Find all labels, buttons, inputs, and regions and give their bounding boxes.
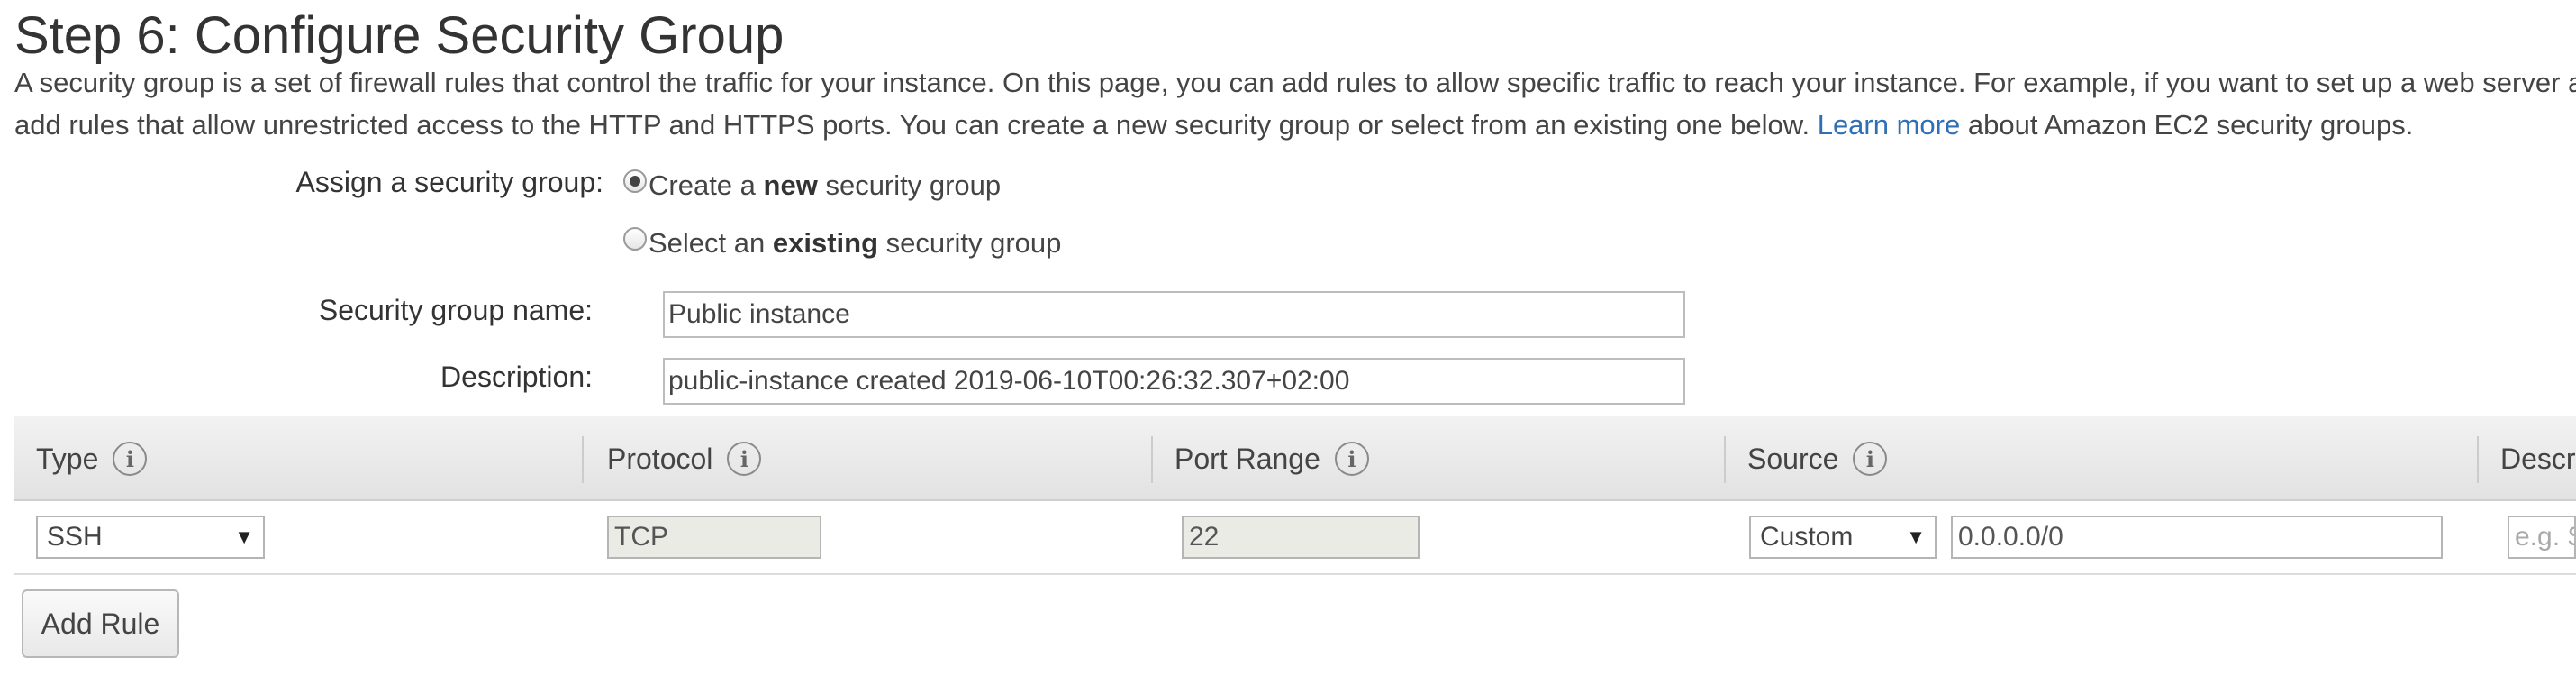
page-title: Step 6: Configure Security Group <box>14 6 785 65</box>
column-header-protocol: Protocol i <box>607 416 762 501</box>
column-label: Source <box>1747 442 1839 475</box>
select-value: Custom <box>1760 522 1854 552</box>
intro-text-part: add rules that allow unrestricted access… <box>14 109 1810 141</box>
radio-label-prefix: Create a <box>649 169 756 201</box>
security-group-name-label: Security group name: <box>318 294 593 326</box>
description-label: Description: <box>440 361 593 393</box>
column-header-type: Type i <box>36 416 148 501</box>
info-icon[interactable]: i <box>1853 442 1888 476</box>
column-label: Protocol <box>607 442 713 475</box>
column-label: Type <box>36 442 99 475</box>
column-header-description: Descr <box>2500 416 2576 501</box>
radio-select-existing-security-group[interactable]: Select an existing security group <box>623 224 1061 263</box>
assign-security-group-label: Assign a security group: <box>295 166 604 198</box>
info-icon[interactable]: i <box>727 442 762 476</box>
rule-description-input[interactable]: e.g. S <box>2508 516 2576 559</box>
column-label: Port Range <box>1175 442 1320 475</box>
rule-protocol-field: TCP <box>607 516 821 559</box>
caret-down-icon: ▼ <box>1906 525 1926 548</box>
radio-label-suffix: security group <box>825 169 1002 201</box>
column-label: Descr <box>2500 442 2576 475</box>
radio-button-unselected[interactable] <box>623 227 647 251</box>
radio-button-selected[interactable] <box>623 169 647 193</box>
caret-down-icon: ▼ <box>234 525 254 548</box>
intro-text-line-2: add rules that allow unrestricted access… <box>14 109 2413 142</box>
column-divider <box>582 436 584 483</box>
column-divider <box>1724 436 1726 483</box>
radio-label-emphasis: new <box>763 169 818 201</box>
rule-port-range-field: 22 <box>1182 516 1420 559</box>
rule-source-select[interactable]: Custom ▼ <box>1749 516 1937 559</box>
select-value: SSH <box>47 522 103 552</box>
rule-source-cidr-input[interactable]: 0.0.0.0/0 <box>1951 516 2443 559</box>
info-icon[interactable]: i <box>113 442 148 476</box>
radio-label-suffix: security group <box>885 227 1062 259</box>
column-divider <box>1151 436 1153 483</box>
table-header: Type i Protocol i Port Range i Source i … <box>14 416 2576 501</box>
radio-label-prefix: Select an <box>649 227 766 259</box>
info-icon[interactable]: i <box>1334 442 1369 476</box>
add-rule-button[interactable]: Add Rule <box>22 589 179 658</box>
radio-label-emphasis: existing <box>772 227 879 259</box>
intro-text-part: about Amazon EC2 security groups. <box>1967 109 2414 141</box>
table-row: SSH ▼ TCP 22 Custom ▼ 0.0.0.0/0 e.g. S <box>14 501 2576 575</box>
radio-create-new-security-group[interactable]: Create a new security group <box>623 166 1001 206</box>
column-header-port-range: Port Range i <box>1175 416 1369 501</box>
rule-type-select[interactable]: SSH ▼ <box>36 516 265 559</box>
column-header-source: Source i <box>1747 416 1888 501</box>
description-input[interactable]: public-instance created 2019-06-10T00:26… <box>663 358 1685 405</box>
inbound-rules-table: Type i Protocol i Port Range i Source i … <box>14 416 2576 575</box>
column-divider <box>2477 436 2479 483</box>
intro-text-line-1: A security group is a set of firewall ru… <box>14 67 2576 98</box>
learn-more-link[interactable]: Learn more <box>1818 109 1961 141</box>
security-group-name-input[interactable]: Public instance <box>663 291 1685 338</box>
